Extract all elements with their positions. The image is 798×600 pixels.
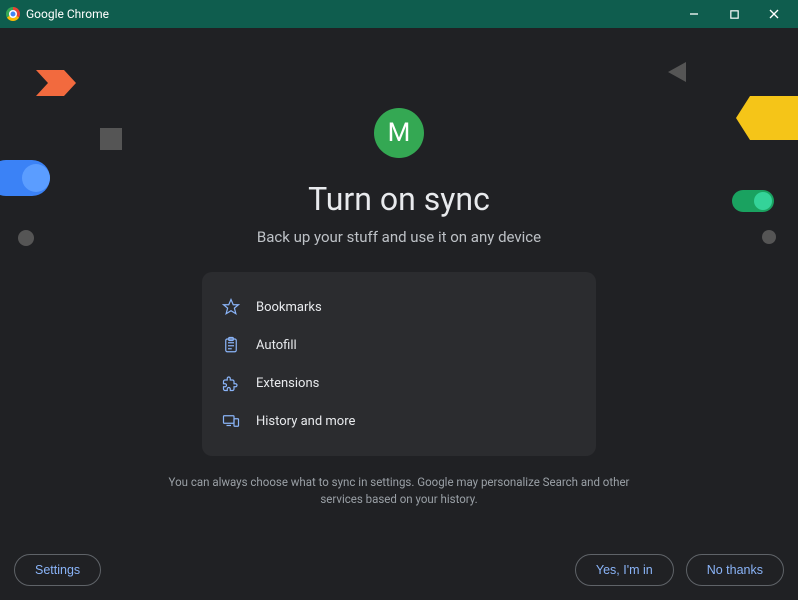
sync-item-bookmarks: Bookmarks [222,288,576,326]
close-button[interactable] [764,4,784,24]
chrome-icon [6,7,20,21]
sync-item-label: Extensions [256,376,319,391]
clipboard-icon [222,336,240,354]
puzzle-icon [222,374,240,392]
window-title: Google Chrome [26,7,109,21]
minimize-button[interactable] [684,4,704,24]
main-content: M Turn on sync Back up your stuff and us… [0,28,798,600]
decline-button[interactable]: No thanks [686,554,784,586]
sync-item-label: History and more [256,414,355,429]
sync-item-label: Autofill [256,338,297,353]
titlebar: Google Chrome [0,0,798,28]
disclaimer-text: You can always choose what to sync in se… [159,474,639,509]
star-icon [222,298,240,316]
footer: Settings Yes, I'm in No thanks [0,554,798,586]
settings-button[interactable]: Settings [14,554,101,586]
sync-item-autofill: Autofill [222,326,576,364]
avatar-initial: M [388,118,411,148]
window-controls [684,4,794,24]
avatar: M [374,108,424,158]
footer-right: Yes, I'm in No thanks [575,554,784,586]
sync-item-history: History and more [222,402,576,440]
devices-icon [222,412,240,430]
page-subtitle: Back up your stuff and use it on any dev… [257,228,541,246]
sync-items-card: Bookmarks Autofill Extensions History an… [202,272,596,456]
sync-item-label: Bookmarks [256,300,322,315]
accept-button[interactable]: Yes, I'm in [575,554,674,586]
titlebar-left: Google Chrome [6,7,109,21]
page-title: Turn on sync [308,180,490,218]
sync-item-extensions: Extensions [222,364,576,402]
maximize-button[interactable] [724,4,744,24]
